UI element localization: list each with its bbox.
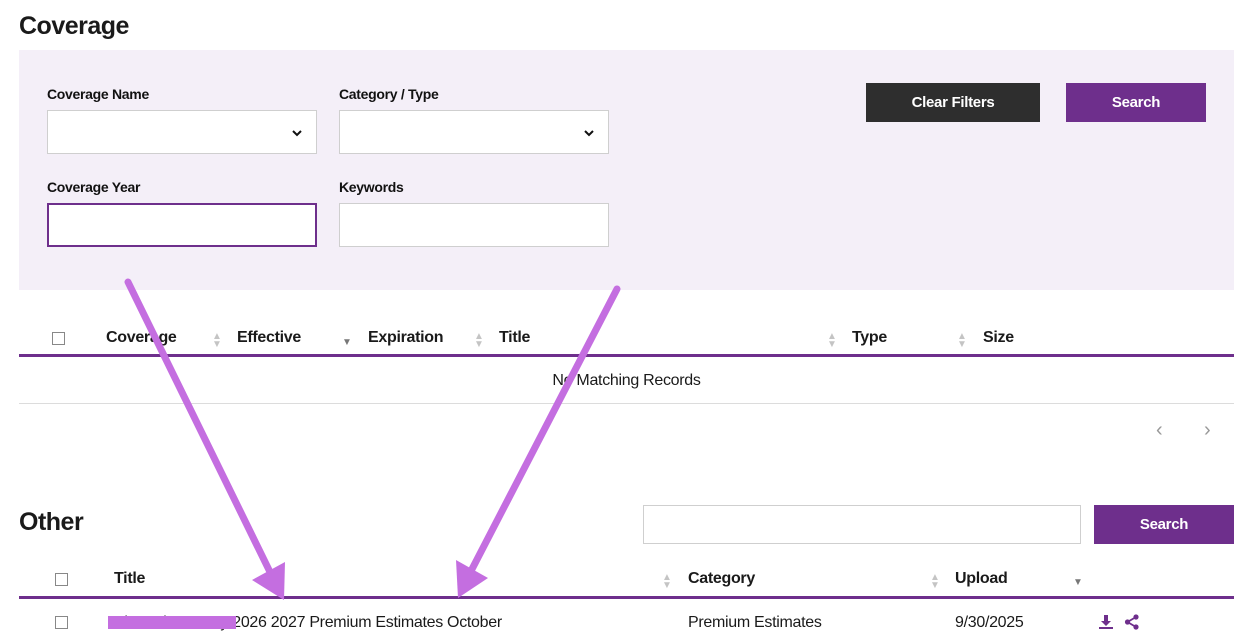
column-header-upload[interactable]: Upload [955,570,1008,588]
table-row-divider [19,403,1234,404]
select-all-checkbox[interactable] [52,332,65,345]
column-header-type[interactable]: Type [852,329,887,347]
coverage-search-button[interactable]: Search [1066,83,1206,122]
pager-next-icon[interactable]: › [1204,419,1211,442]
sort-icon[interactable]: ▲ ▼ [957,332,967,350]
chevron-down-icon [292,125,302,140]
chevron-down-icon [584,125,594,140]
column-header-effective[interactable]: Effective [237,329,301,347]
empty-table-message: No Matching Records [552,372,701,389]
keywords-input[interactable] [339,203,609,247]
sort-desc-icon[interactable]: ▼ [1073,577,1083,588]
coverage-year-input[interactable] [47,203,317,247]
table-header-rule [19,596,1234,599]
category-type-select[interactable] [339,110,609,154]
coverage-section-title: Coverage [19,12,129,40]
sort-icon[interactable]: ▲ ▼ [827,332,837,350]
sort-icon[interactable]: ▲ ▼ [930,573,940,591]
sort-icon[interactable]: ▲ ▼ [212,332,222,350]
coverage-name-select[interactable] [47,110,317,154]
coverage-year-label: Coverage Year [47,179,141,195]
select-all-checkbox[interactable] [55,573,68,586]
table-header-rule [19,354,1234,357]
coverage-name-label: Coverage Name [47,86,149,102]
column-header-title[interactable]: Title [499,329,530,347]
clear-filters-button[interactable]: Clear Filters [866,83,1040,122]
sort-icon[interactable]: ▲ ▼ [662,573,672,591]
row-upload-date: 9/30/2025 [955,614,1024,631]
row-category: Premium Estimates [688,614,822,631]
column-header-expiration[interactable]: Expiration [368,329,444,347]
sort-desc-icon[interactable]: ▼ [342,337,352,348]
other-section-title: Other [19,508,84,536]
row-title-link[interactable]: Alameda County 2026 2027 Premium Estimat… [114,614,502,632]
other-search-button[interactable]: Search [1094,505,1234,544]
other-search-input[interactable] [643,505,1081,544]
column-header-coverage[interactable]: Coverage [106,329,177,347]
column-header-title[interactable]: Title [114,570,145,588]
sort-icon[interactable]: ▲ ▼ [474,332,484,350]
column-header-size[interactable]: Size [983,329,1014,347]
row-checkbox[interactable] [55,616,68,629]
keywords-label: Keywords [339,179,404,195]
coverage-filter-panel: Coverage Name Category / Type Coverage Y… [19,50,1234,290]
download-icon[interactable] [1098,614,1114,635]
column-header-category[interactable]: Category [688,570,755,588]
category-type-label: Category / Type [339,86,439,102]
share-icon[interactable] [1124,614,1140,635]
pager-prev-icon[interactable]: ‹ [1156,419,1163,442]
